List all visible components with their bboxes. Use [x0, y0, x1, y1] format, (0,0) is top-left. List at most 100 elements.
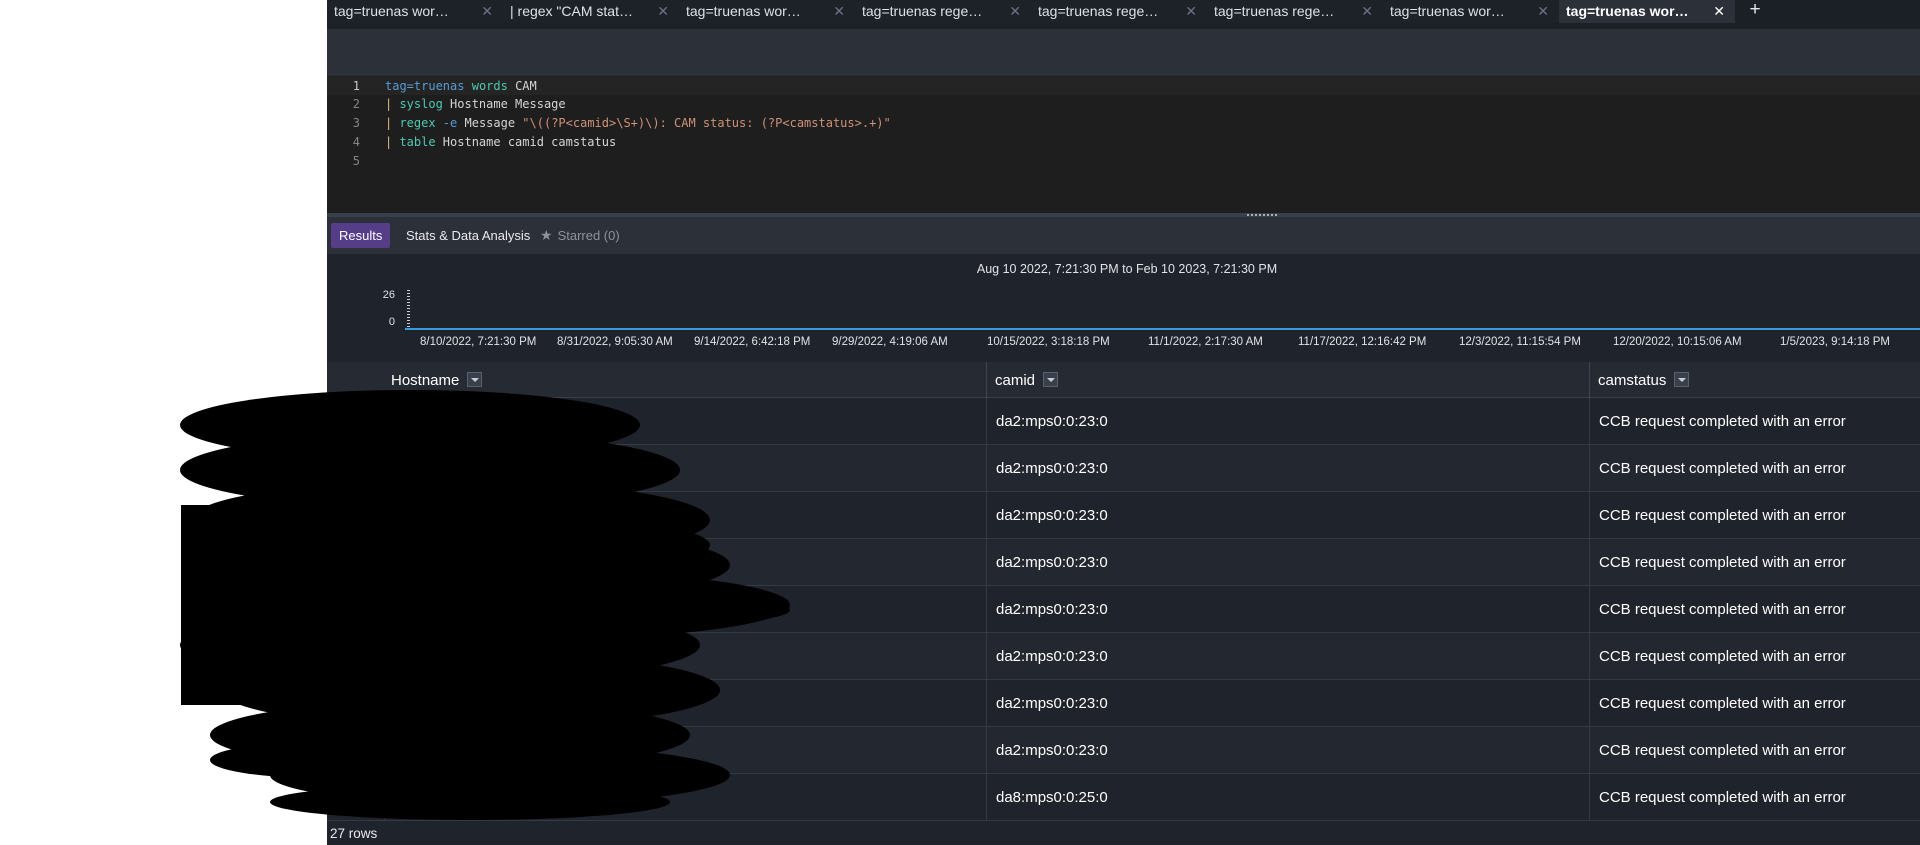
column-divider	[1589, 492, 1590, 538]
close-icon[interactable]: ✕	[1537, 0, 1549, 22]
code-token: table	[399, 135, 436, 149]
table-row[interactable]: da2:mps0:0:23:0 CCB request completed wi…	[327, 398, 1920, 445]
query-tab-8-active[interactable]: tag=truenas wor… ✕	[1559, 0, 1735, 23]
column-divider	[986, 445, 987, 491]
query-editor[interactable]: 1 tag=truenas words CAM 2 | syslog Hostn…	[327, 76, 1920, 213]
query-toolbar	[327, 29, 1920, 76]
query-tab-label: tag=truenas rege…	[1038, 3, 1159, 19]
table-row[interactable]: da2:mps0:0:23:0 CCB request completed wi…	[327, 586, 1920, 633]
cell-camstatus: CCB request completed with an error	[1599, 789, 1846, 806]
query-tab-label: tag=truenas wor…	[334, 3, 449, 19]
histogram-y-min: 0	[388, 316, 395, 328]
code-token: |	[385, 97, 400, 111]
histogram-y-max: 26	[382, 289, 395, 301]
close-icon[interactable]: ✕	[833, 0, 845, 22]
row-gutter[interactable]	[327, 539, 385, 585]
close-icon[interactable]: ✕	[1361, 0, 1373, 22]
column-header-camstatus[interactable]: camstatus	[1598, 362, 1690, 398]
row-count: 27 rows	[327, 822, 1920, 845]
code-token: |	[385, 135, 400, 149]
table-row[interactable]: da2:mps0:0:23:0 CCB request completed wi…	[327, 445, 1920, 492]
query-tab-3[interactable]: tag=truenas wor… ✕	[679, 0, 855, 23]
column-divider	[986, 727, 987, 773]
code-token: regex	[399, 116, 436, 130]
close-icon[interactable]: ✕	[1713, 0, 1725, 22]
row-gutter[interactable]	[327, 727, 385, 773]
column-header-hostname[interactable]: Hostname	[391, 362, 483, 398]
table-row[interactable]: da2:mps0:0:23:0 CCB request completed wi…	[327, 633, 1920, 680]
cell-camstatus: CCB request completed with an error	[1599, 742, 1846, 759]
row-gutter[interactable]	[327, 633, 385, 679]
column-divider	[986, 633, 987, 679]
table-row[interactable]: da2:mps0:0:23:0 CCB request completed wi…	[327, 680, 1920, 727]
query-tab-7[interactable]: tag=truenas wor… ✕	[1383, 0, 1559, 23]
column-divider	[1589, 680, 1590, 726]
tab-results[interactable]: Results	[331, 223, 391, 248]
table-row[interactable]: da2:mps0:0:23:0 CCB request completed wi…	[327, 492, 1920, 539]
code-token: CAM	[507, 79, 537, 93]
cell-camid: da8:mps0:0:25:0	[996, 789, 1108, 806]
column-divider	[1589, 633, 1590, 679]
table-row[interactable]: da8:mps0:0:25:0 CCB request completed wi…	[327, 774, 1920, 821]
histogram-x-tick: 1/5/2023, 9:14:18 PM	[1780, 336, 1890, 348]
cell-camstatus: CCB request completed with an error	[1599, 648, 1846, 665]
query-tab-4[interactable]: tag=truenas rege… ✕	[855, 0, 1031, 23]
grip-icon[interactable]	[1247, 214, 1279, 216]
column-header-label: camstatus	[1598, 372, 1667, 389]
close-icon[interactable]: ✕	[1185, 0, 1197, 22]
column-divider	[1589, 398, 1590, 444]
row-gutter[interactable]	[327, 492, 385, 538]
tab-stats-data-analysis[interactable]: Stats & Data Analysis	[398, 223, 538, 248]
chevron-down-icon[interactable]	[467, 371, 483, 387]
table-row[interactable]: da2:mps0:0:23:0 CCB request completed wi…	[327, 727, 1920, 774]
close-icon[interactable]: ✕	[657, 0, 669, 22]
query-tab-6[interactable]: tag=truenas rege… ✕	[1207, 0, 1383, 23]
column-header-camid[interactable]: camid	[995, 362, 1059, 398]
code-text: | syslog Hostname Message	[385, 95, 566, 113]
code-line-1[interactable]: 1 tag=truenas words CAM	[327, 77, 1920, 95]
column-divider	[986, 539, 987, 585]
code-line-3[interactable]: 3 | regex -e Message "\((?P<camid>\S+)\)…	[327, 114, 1920, 132]
histogram-time-range: Aug 10 2022, 7:21:30 PM to Feb 10 2023, …	[976, 262, 1278, 276]
column-divider[interactable]	[1589, 362, 1590, 398]
results-tab-bar: Results Stats & Data Analysis ★ Starred (…	[327, 217, 1920, 254]
cell-camid: da2:mps0:0:23:0	[996, 648, 1108, 665]
column-divider	[1589, 539, 1590, 585]
row-gutter[interactable]	[327, 586, 385, 632]
cell-camstatus: CCB request completed with an error	[1599, 507, 1846, 524]
results-table-header: Hostname camid camstatus	[327, 362, 1920, 398]
chevron-down-icon[interactable]	[1043, 371, 1059, 387]
table-row[interactable]: da2:mps0:0:23:0 CCB request completed wi…	[327, 539, 1920, 586]
row-gutter[interactable]	[327, 680, 385, 726]
histogram[interactable]: Aug 10 2022, 7:21:30 PM to Feb 10 2023, …	[327, 254, 1920, 362]
new-tab-button[interactable]: +	[1743, 0, 1767, 23]
histogram-x-tick: 12/3/2022, 11:15:54 PM	[1459, 336, 1581, 348]
query-tab-2[interactable]: | regex "CAM stat… ✕	[503, 0, 679, 23]
query-tab-1[interactable]: tag=truenas wor… ✕	[327, 0, 503, 23]
code-token: syslog	[399, 97, 443, 111]
cell-camstatus: CCB request completed with an error	[1599, 695, 1846, 712]
code-line-4[interactable]: 4 | table Hostname camid camstatus	[327, 133, 1920, 151]
close-icon[interactable]: ✕	[481, 0, 493, 22]
cell-camid: da2:mps0:0:23:0	[996, 601, 1108, 618]
column-divider	[986, 492, 987, 538]
cell-camid: da2:mps0:0:23:0	[996, 507, 1108, 524]
row-gutter[interactable]	[327, 445, 385, 491]
line-number: 3	[352, 116, 360, 130]
column-divider	[1589, 586, 1590, 632]
query-tab-label: tag=truenas rege…	[1214, 3, 1335, 19]
column-divider	[986, 774, 987, 820]
code-line-2[interactable]: 2 | syslog Hostname Message	[327, 95, 1920, 113]
row-gutter[interactable]	[327, 774, 385, 820]
row-gutter[interactable]	[327, 398, 385, 444]
code-line-5[interactable]: 5	[327, 152, 1920, 170]
code-token: "\((?P<camid>\S+)\): CAM status: (?P<cam…	[522, 116, 891, 130]
cell-camstatus: CCB request completed with an error	[1599, 601, 1846, 618]
column-divider[interactable]	[986, 362, 987, 398]
query-tab-5[interactable]: tag=truenas rege… ✕	[1031, 0, 1207, 23]
query-tab-label: tag=truenas rege…	[862, 3, 983, 19]
close-icon[interactable]: ✕	[1009, 0, 1021, 22]
chevron-down-icon[interactable]	[1674, 371, 1690, 387]
tab-starred[interactable]: ★ Starred (0)	[532, 223, 628, 248]
